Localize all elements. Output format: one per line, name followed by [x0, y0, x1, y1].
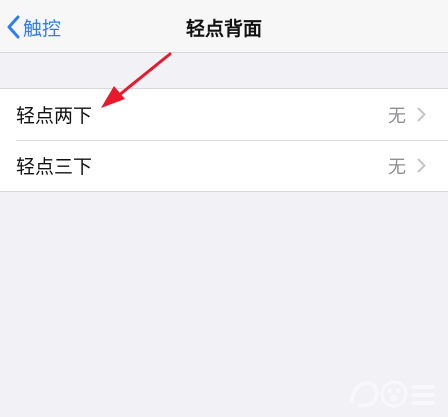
- page-title: 轻点背面: [185, 18, 262, 40]
- list-item-value: 无: [388, 156, 406, 178]
- list-item-double-tap[interactable]: 轻点两下 无: [0, 89, 448, 140]
- list-item-triple-tap[interactable]: 轻点三下 无: [0, 140, 448, 191]
- chevron-right-icon: [417, 107, 426, 122]
- baidu-watermark-icon: [350, 380, 434, 408]
- list-item-value: 无: [388, 105, 406, 127]
- chevron-right-icon: [417, 158, 426, 173]
- navigation-bar: 触控 轻点背面: [0, 0, 448, 53]
- list-item-label: 轻点两下: [16, 105, 93, 127]
- annotation-arrow-icon: [101, 52, 172, 108]
- settings-list: 轻点两下 无 轻点三下 无: [0, 88, 448, 192]
- list-item-label: 轻点三下: [16, 156, 93, 178]
